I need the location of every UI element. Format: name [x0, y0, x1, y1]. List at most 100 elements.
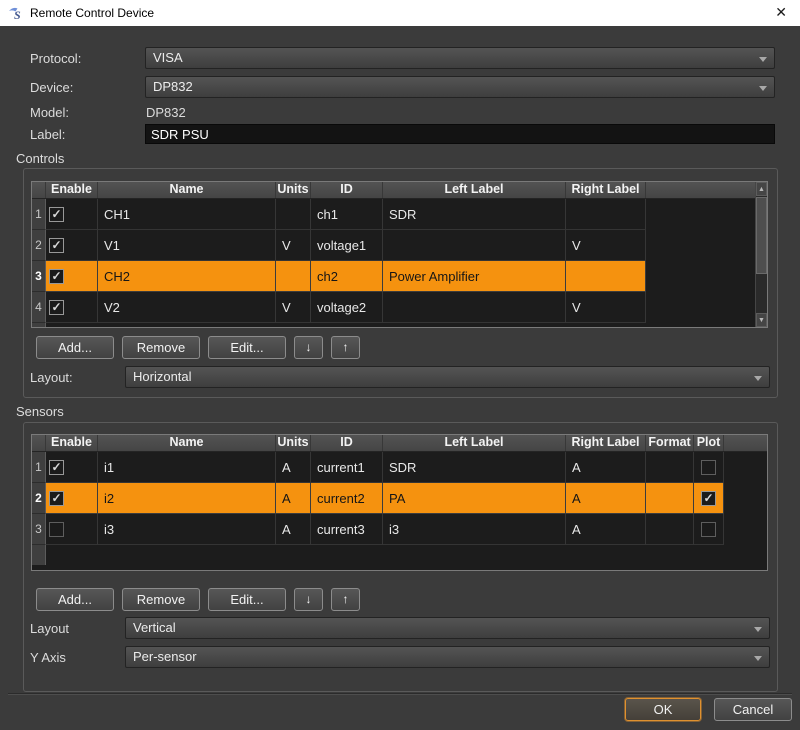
- cell-units[interactable]: A: [276, 483, 311, 514]
- controls-add-button[interactable]: Add...: [36, 336, 114, 359]
- sensors-move-down-button[interactable]: ↓: [294, 588, 323, 611]
- sensors-layout-dropdown[interactable]: Vertical: [125, 617, 770, 639]
- cell-left[interactable]: SDR: [383, 199, 566, 230]
- column-header-left-label[interactable]: Left Label: [383, 435, 566, 451]
- controls-move-up-button[interactable]: ↑: [331, 336, 360, 359]
- table-row[interactable]: 4✓V2Vvoltage2V: [32, 292, 767, 323]
- table-row[interactable]: 3✓ CH2 ch2Power Amplifier: [32, 261, 767, 292]
- enable-checkbox[interactable]: ✓: [49, 207, 64, 222]
- enable-checkbox[interactable]: ✓: [49, 460, 64, 475]
- column-header-id[interactable]: ID: [311, 182, 383, 198]
- sensors-remove-button[interactable]: Remove: [122, 588, 200, 611]
- cell-left[interactable]: [383, 292, 566, 323]
- cell-right[interactable]: V: [566, 292, 646, 323]
- cell-left[interactable]: [383, 230, 566, 261]
- sensors-edit-button[interactable]: Edit...: [208, 588, 286, 611]
- scroll-up-icon[interactable]: ▲: [756, 182, 767, 196]
- enable-checkbox[interactable]: ✓: [49, 238, 64, 253]
- enable-checkbox[interactable]: [49, 522, 64, 537]
- row-number[interactable]: 3: [32, 261, 46, 292]
- enable-checkbox[interactable]: ✓: [49, 300, 64, 315]
- column-header-right-label[interactable]: Right Label: [566, 182, 646, 198]
- table-row[interactable]: 3i3Acurrent3i3A: [32, 514, 767, 545]
- plot-checkbox[interactable]: [701, 460, 716, 475]
- cell-left[interactable]: SDR: [383, 452, 566, 483]
- sensors-move-up-button[interactable]: ↑: [331, 588, 360, 611]
- cell-name[interactable]: i2: [98, 483, 276, 514]
- cell-units[interactable]: [276, 199, 311, 230]
- device-dropdown[interactable]: DP832: [145, 76, 775, 98]
- scrollbar[interactable]: ▲ ▼: [755, 182, 767, 327]
- controls-edit-button[interactable]: Edit...: [208, 336, 286, 359]
- column-header-name[interactable]: Name: [98, 435, 276, 451]
- scrollbar-thumb[interactable]: [756, 197, 767, 274]
- column-header-right-label[interactable]: Right Label: [566, 435, 646, 451]
- cancel-button[interactable]: Cancel: [714, 698, 792, 721]
- ok-button[interactable]: OK: [625, 698, 701, 721]
- table-row[interactable]: 1✓i1Acurrent1SDRA: [32, 452, 767, 483]
- cell-units[interactable]: A: [276, 514, 311, 545]
- table-row[interactable]: 2✓V1Vvoltage1V: [32, 230, 767, 261]
- cell-name[interactable]: V2: [98, 292, 276, 323]
- cell-units[interactable]: [276, 261, 311, 292]
- row-number[interactable]: 1: [32, 452, 46, 483]
- row-number[interactable]: 1: [32, 199, 46, 230]
- controls-group-title: Controls: [16, 151, 64, 166]
- cell-name[interactable]: CH2: [98, 261, 276, 292]
- cell-units[interactable]: V: [276, 230, 311, 261]
- row-number[interactable]: 4: [32, 292, 46, 323]
- cell-name[interactable]: V1: [98, 230, 276, 261]
- controls-layout-dropdown[interactable]: Horizontal: [125, 366, 770, 388]
- cell-id[interactable]: ch2: [311, 261, 383, 292]
- column-header-units[interactable]: Units: [276, 435, 311, 451]
- cell-right[interactable]: A: [566, 483, 646, 514]
- cell-left[interactable]: Power Amplifier: [383, 261, 566, 292]
- cell-id[interactable]: current3: [311, 514, 383, 545]
- cell-id[interactable]: voltage1: [311, 230, 383, 261]
- cell-right[interactable]: [566, 199, 646, 230]
- cell-units[interactable]: V: [276, 292, 311, 323]
- cell-id[interactable]: ch1: [311, 199, 383, 230]
- protocol-dropdown[interactable]: VISA: [145, 47, 775, 69]
- plot-checkbox[interactable]: ✓: [701, 491, 716, 506]
- cell-right[interactable]: V: [566, 230, 646, 261]
- cell-id[interactable]: current1: [311, 452, 383, 483]
- cell-left[interactable]: i3: [383, 514, 566, 545]
- cell-left[interactable]: PA: [383, 483, 566, 514]
- cell-name[interactable]: i1: [98, 452, 276, 483]
- cell-id[interactable]: voltage2: [311, 292, 383, 323]
- column-header-enable[interactable]: Enable: [46, 182, 98, 198]
- label-input[interactable]: [145, 124, 775, 144]
- enable-checkbox[interactable]: ✓: [49, 269, 64, 284]
- cell-units[interactable]: A: [276, 452, 311, 483]
- row-number[interactable]: 2: [32, 230, 46, 261]
- cell-right[interactable]: A: [566, 452, 646, 483]
- cell-id[interactable]: current2: [311, 483, 383, 514]
- cell-right[interactable]: A: [566, 514, 646, 545]
- close-icon[interactable]: ✕: [775, 4, 787, 20]
- column-header-format[interactable]: Format: [646, 435, 694, 451]
- cell-format[interactable]: [646, 483, 694, 514]
- cell-format[interactable]: [646, 514, 694, 545]
- column-header-units[interactable]: Units: [276, 182, 311, 198]
- row-number[interactable]: 2: [32, 483, 46, 514]
- column-header-name[interactable]: Name: [98, 182, 276, 198]
- cell-name[interactable]: i3: [98, 514, 276, 545]
- column-header-enable[interactable]: Enable: [46, 435, 98, 451]
- cell-right[interactable]: [566, 261, 646, 292]
- cell-format[interactable]: [646, 452, 694, 483]
- enable-checkbox[interactable]: ✓: [49, 491, 64, 506]
- cell-name[interactable]: CH1: [98, 199, 276, 230]
- controls-move-down-button[interactable]: ↓: [294, 336, 323, 359]
- scroll-down-icon[interactable]: ▼: [756, 313, 767, 327]
- sensors-add-button[interactable]: Add...: [36, 588, 114, 611]
- plot-checkbox[interactable]: [701, 522, 716, 537]
- controls-remove-button[interactable]: Remove: [122, 336, 200, 359]
- table-row[interactable]: 1✓ CH1 ch1SDR: [32, 199, 767, 230]
- table-row[interactable]: 2✓i2Acurrent2PAA✓: [32, 483, 767, 514]
- row-number[interactable]: 3: [32, 514, 46, 545]
- column-header-left-label[interactable]: Left Label: [383, 182, 566, 198]
- column-header-id[interactable]: ID: [311, 435, 383, 451]
- y-axis-dropdown[interactable]: Per-sensor: [125, 646, 770, 668]
- column-header-plot[interactable]: Plot: [694, 435, 724, 451]
